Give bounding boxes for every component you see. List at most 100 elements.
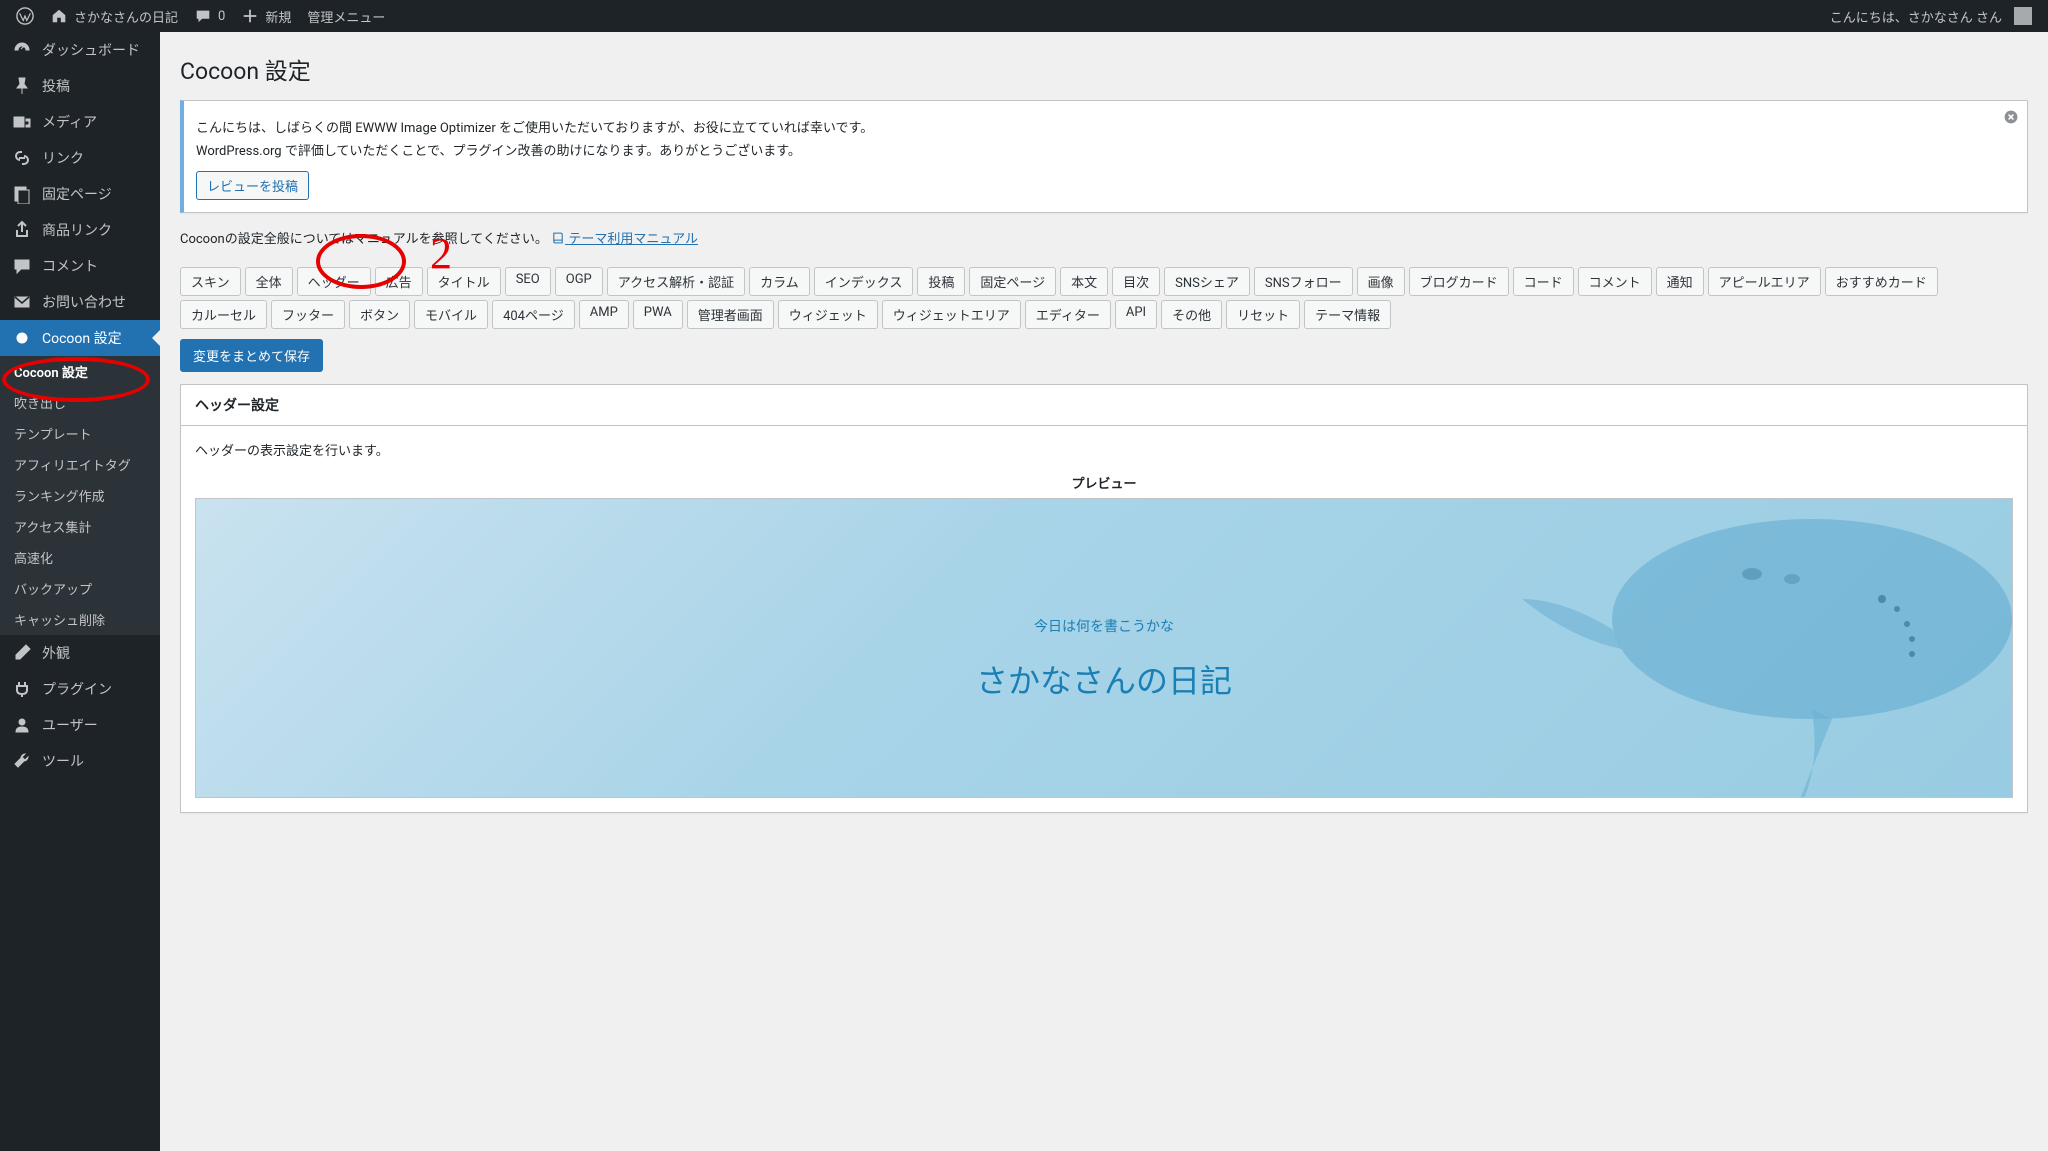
preview-box: 今日は何を書こうかな さかなさんの日記 <box>195 498 2013 798</box>
manual-link[interactable]: テーマ利用マニュアル <box>551 232 698 247</box>
admin-menu-label: 管理メニュー <box>307 7 385 26</box>
comment-icon <box>12 256 32 276</box>
tab-5[interactable]: SEO <box>505 267 551 296</box>
submenu-item-5[interactable]: アクセス集計 <box>0 511 160 542</box>
sidebar-item-label: コメント <box>42 256 98 276</box>
plug-icon <box>12 679 32 699</box>
new-label: 新規 <box>265 7 291 26</box>
tab-19[interactable]: コメント <box>1578 267 1652 296</box>
greeting-link[interactable]: こんにちは、さかなさん さん <box>1822 0 2040 32</box>
main-content: Cocoon 設定 こんにちは、しばらくの間 EWWW Image Optimi… <box>160 32 2048 853</box>
tab-37[interactable]: テーマ情報 <box>1304 300 1391 329</box>
tab-4[interactable]: タイトル <box>427 267 501 296</box>
preview-main-title: さかなさんの日記 <box>976 656 1232 702</box>
sidebar-item-6[interactable]: コメント <box>0 248 160 284</box>
notice-line2: WordPress.org で評価していただくことで、プラグイン改善の助けになり… <box>196 140 2015 159</box>
sidebar-item-11[interactable]: ユーザー <box>0 707 160 743</box>
media-icon <box>12 112 32 132</box>
sidebar-item-label: 商品リンク <box>42 220 112 240</box>
tab-14[interactable]: SNSシェア <box>1164 267 1250 296</box>
sidebar-item-7[interactable]: お問い合わせ <box>0 284 160 320</box>
tab-20[interactable]: 通知 <box>1656 267 1704 296</box>
sidebar-item-4[interactable]: 固定ページ <box>0 176 160 212</box>
sidebar-item-10[interactable]: プラグイン <box>0 671 160 707</box>
tab-13[interactable]: 目次 <box>1112 267 1160 296</box>
tab-10[interactable]: 投稿 <box>917 267 965 296</box>
tab-21[interactable]: アピールエリア <box>1708 267 1821 296</box>
tab-15[interactable]: SNSフォロー <box>1254 267 1353 296</box>
review-button[interactable]: レビューを投稿 <box>196 171 309 200</box>
tab-12[interactable]: 本文 <box>1060 267 1108 296</box>
tab-22[interactable]: おすすめカード <box>1825 267 1938 296</box>
submenu-item-1[interactable]: 吹き出し <box>0 387 160 418</box>
submenu-item-6[interactable]: 高速化 <box>0 542 160 573</box>
tab-32[interactable]: ウィジェットエリア <box>882 300 1021 329</box>
tab-1[interactable]: 全体 <box>245 267 293 296</box>
tab-30[interactable]: 管理者画面 <box>687 300 774 329</box>
section-header: ヘッダー設定 <box>181 385 2027 426</box>
comments-link[interactable]: 0 <box>186 0 233 32</box>
admin-bar: さかなさんの日記 0 新規 管理メニュー こんにちは、さかなさん さん <box>0 0 2048 32</box>
new-link[interactable]: 新規 <box>233 0 299 32</box>
tabs-row: スキン全体ヘッダー広告タイトルSEOOGPアクセス解析・認証カラムインデックス投… <box>180 267 2028 329</box>
sidebar-item-label: メディア <box>42 112 97 132</box>
sidebar-item-2[interactable]: メディア <box>0 104 160 140</box>
page-icon <box>12 184 32 204</box>
tab-3[interactable]: 広告 <box>375 267 423 296</box>
tab-26[interactable]: モバイル <box>414 300 488 329</box>
site-name-link[interactable]: さかなさんの日記 <box>42 0 186 32</box>
sidebar-item-3[interactable]: リンク <box>0 140 160 176</box>
tab-17[interactable]: ブログカード <box>1409 267 1509 296</box>
submenu-item-2[interactable]: テンプレート <box>0 418 160 449</box>
sidebar-item-5[interactable]: 商品リンク <box>0 212 160 248</box>
wp-logo[interactable] <box>8 0 42 32</box>
dashboard-icon <box>12 40 32 60</box>
tab-29[interactable]: PWA <box>633 300 683 329</box>
tab-34[interactable]: API <box>1115 300 1157 329</box>
sidebar-item-1[interactable]: 投稿 <box>0 68 160 104</box>
tab-28[interactable]: AMP <box>579 300 629 329</box>
tab-0[interactable]: スキン <box>180 267 241 296</box>
submenu-item-3[interactable]: アフィリエイトタグ <box>0 449 160 480</box>
admin-menu-link[interactable]: 管理メニュー <box>299 0 393 32</box>
tab-24[interactable]: フッター <box>271 300 345 329</box>
tab-9[interactable]: インデックス <box>814 267 914 296</box>
tab-8[interactable]: カラム <box>749 267 810 296</box>
sidebar-item-label: ダッシュボード <box>42 40 140 60</box>
tab-27[interactable]: 404ページ <box>492 300 575 329</box>
submenu-item-4[interactable]: ランキング作成 <box>0 480 160 511</box>
tab-23[interactable]: カルーセル <box>180 300 267 329</box>
tab-6[interactable]: OGP <box>555 267 603 296</box>
pin-icon <box>12 76 32 96</box>
tab-33[interactable]: エディター <box>1025 300 1111 329</box>
submenu-item-8[interactable]: キャッシュ削除 <box>0 604 160 635</box>
preview-subtitle: 今日は何を書こうかな <box>976 616 1232 636</box>
header-settings-section: ヘッダー設定 ヘッダーの表示設定を行います。 プレビュー <box>180 384 2028 813</box>
sidebar-item-0[interactable]: ダッシュボード <box>0 32 160 68</box>
submenu-item-0[interactable]: Cocoon 設定 <box>0 356 160 387</box>
sidebar-item-label: リンク <box>42 148 84 168</box>
manual-text: Cocoonの設定全般についてはマニュアルを参照してください。 <box>180 232 548 247</box>
tab-18[interactable]: コード <box>1513 267 1574 296</box>
tab-11[interactable]: 固定ページ <box>969 267 1056 296</box>
tab-36[interactable]: リセット <box>1226 300 1300 329</box>
submenu-item-7[interactable]: バックアップ <box>0 573 160 604</box>
tab-35[interactable]: その他 <box>1161 300 1222 329</box>
tab-16[interactable]: 画像 <box>1357 267 1405 296</box>
sidebar-item-label: お問い合わせ <box>42 292 126 312</box>
ray-illustration <box>1512 498 2013 798</box>
dot-icon <box>12 328 32 348</box>
dismiss-notice-button[interactable] <box>2003 109 2019 130</box>
tab-2[interactable]: ヘッダー <box>297 267 371 296</box>
sidebar-item-8[interactable]: Cocoon 設定 <box>0 320 160 356</box>
preview-label: プレビュー <box>195 473 2013 492</box>
tab-7[interactable]: アクセス解析・認証 <box>607 267 745 296</box>
save-button[interactable]: 変更をまとめて保存 <box>180 339 323 372</box>
sidebar-item-9[interactable]: 外観 <box>0 635 160 671</box>
sidebar-item-12[interactable]: ツール <box>0 743 160 779</box>
tab-31[interactable]: ウィジェット <box>778 300 878 329</box>
tab-25[interactable]: ボタン <box>349 300 410 329</box>
mail-icon <box>12 292 32 312</box>
sidebar-item-label: 外観 <box>42 643 70 663</box>
sidebar-item-label: プラグイン <box>42 679 112 699</box>
